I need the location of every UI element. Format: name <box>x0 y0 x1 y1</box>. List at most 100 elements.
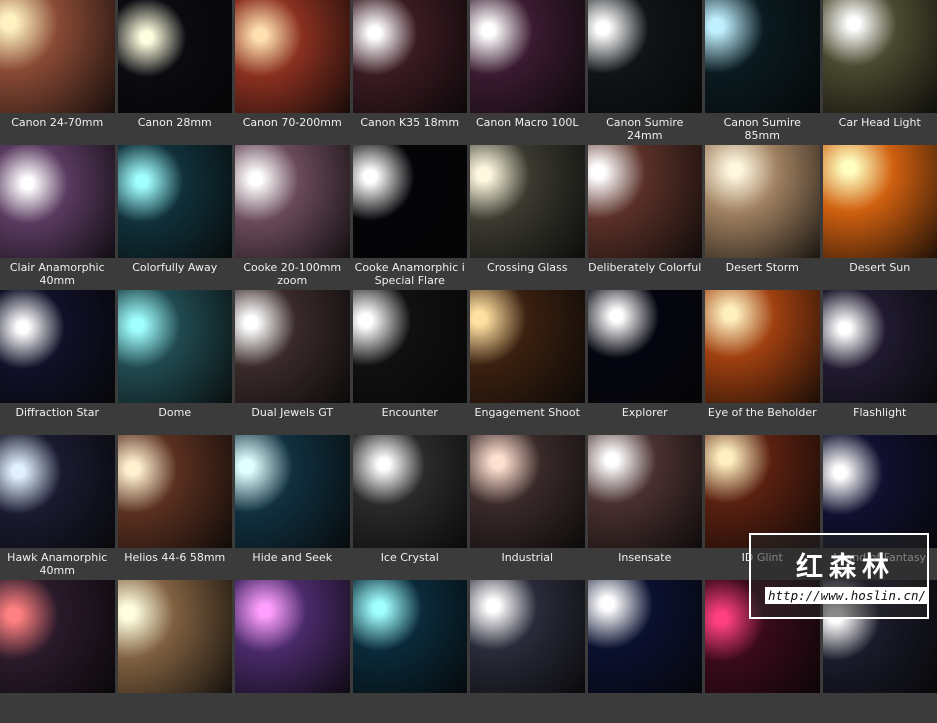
preset-tile[interactable]: Canon Sumire 24mm <box>588 0 703 143</box>
preset-label: Dual Jewels GT <box>235 403 350 433</box>
flare-thumbnail[interactable] <box>118 0 233 113</box>
preset-tile[interactable]: Engagement Shoot <box>470 290 585 433</box>
preset-tile[interactable]: Eye of the Beholder <box>705 290 820 433</box>
flare-thumbnail[interactable] <box>0 290 115 403</box>
preset-label <box>823 693 937 723</box>
flare-thumbnail[interactable] <box>470 580 585 693</box>
flare-thumbnail[interactable] <box>353 290 468 403</box>
flare-thumbnail[interactable] <box>0 580 115 693</box>
preset-tile[interactable] <box>470 580 585 723</box>
flare-thumbnail[interactable] <box>470 290 585 403</box>
flare-thumbnail[interactable] <box>705 0 820 113</box>
preset-tile[interactable] <box>235 580 350 723</box>
preset-tile[interactable]: Crossing Glass <box>470 145 585 288</box>
preset-tile[interactable]: Encounter <box>353 290 468 433</box>
preset-tile[interactable]: Flashlight <box>823 290 937 433</box>
flare-thumbnail[interactable] <box>353 580 468 693</box>
flare-thumbnail[interactable] <box>588 0 703 113</box>
preset-tile[interactable]: Dome <box>118 290 233 433</box>
preset-label: Diffraction Star <box>0 403 115 433</box>
preset-tile[interactable]: Ice Crystal <box>353 435 468 578</box>
flare-thumbnail[interactable] <box>823 0 937 113</box>
flare-thumbnail[interactable] <box>705 145 820 258</box>
flare-thumbnail[interactable] <box>470 0 585 113</box>
preset-label: Ice Crystal <box>353 548 468 578</box>
flare-thumbnail[interactable] <box>353 0 468 113</box>
flare-thumbnail[interactable] <box>705 435 820 548</box>
preset-label: Industrial <box>470 548 585 578</box>
preset-tile[interactable] <box>588 580 703 723</box>
flare-thumbnail[interactable] <box>235 580 350 693</box>
preset-tile[interactable] <box>0 580 115 723</box>
preset-tile[interactable]: Canon 28mm <box>118 0 233 143</box>
flare-thumbnail[interactable] <box>470 435 585 548</box>
flare-thumbnail[interactable] <box>118 290 233 403</box>
preset-label: Car Head Light <box>823 113 937 143</box>
preset-label: Helios 44-6 58mm <box>118 548 233 578</box>
preset-tile[interactable]: Insensate <box>588 435 703 578</box>
preset-label: Canon Macro 100L <box>470 113 585 143</box>
flare-thumbnail[interactable] <box>235 145 350 258</box>
preset-tile[interactable]: Canon K35 18mm <box>353 0 468 143</box>
preset-tile[interactable] <box>353 580 468 723</box>
preset-tile[interactable]: Desert Sun <box>823 145 937 288</box>
preset-tile[interactable]: Colorfully Away <box>118 145 233 288</box>
preset-tile[interactable]: Cooke Anamorphic i Special Flare <box>353 145 468 288</box>
preset-tile[interactable]: Industrial <box>470 435 585 578</box>
flare-thumbnail[interactable] <box>0 435 115 548</box>
flare-thumbnail[interactable] <box>705 290 820 403</box>
preset-label: Canon 24-70mm <box>0 113 115 143</box>
preset-tile[interactable]: Canon 70-200mm <box>235 0 350 143</box>
preset-label: Canon 70-200mm <box>235 113 350 143</box>
preset-label: Canon 28mm <box>118 113 233 143</box>
preset-label: Dome <box>118 403 233 433</box>
preset-tile[interactable] <box>118 580 233 723</box>
flare-thumbnail[interactable] <box>588 290 703 403</box>
preset-label: Engagement Shoot <box>470 403 585 433</box>
preset-label <box>470 693 585 723</box>
preset-label: Desert Storm <box>705 258 820 288</box>
preset-tile[interactable]: Diffraction Star <box>0 290 115 433</box>
flare-thumbnail[interactable] <box>0 145 115 258</box>
preset-label: Hawk Anamorphic 40mm <box>0 548 115 578</box>
preset-tile[interactable]: Explorer <box>588 290 703 433</box>
preset-tile[interactable]: Dual Jewels GT <box>235 290 350 433</box>
flare-thumbnail[interactable] <box>118 145 233 258</box>
flare-thumbnail[interactable] <box>823 145 937 258</box>
preset-label: Desert Sun <box>823 258 937 288</box>
preset-tile[interactable]: Canon 24-70mm <box>0 0 115 143</box>
preset-tile[interactable]: Canon Macro 100L <box>470 0 585 143</box>
preset-label: Eye of the Beholder <box>705 403 820 433</box>
flare-thumbnail[interactable] <box>588 435 703 548</box>
preset-tile[interactable]: Car Head Light <box>823 0 937 143</box>
preset-label: Canon Sumire 85mm <box>705 113 820 143</box>
flare-thumbnail[interactable] <box>235 435 350 548</box>
flare-thumbnail[interactable] <box>118 435 233 548</box>
flare-thumbnail[interactable] <box>588 580 703 693</box>
flare-thumbnail[interactable] <box>235 0 350 113</box>
flare-thumbnail[interactable] <box>588 145 703 258</box>
preset-tile[interactable]: Deliberately Colorful <box>588 145 703 288</box>
preset-tile[interactable]: Canon Sumire 85mm <box>705 0 820 143</box>
preset-tile[interactable]: Helios 44-6 58mm <box>118 435 233 578</box>
preset-tile[interactable]: Hawk Anamorphic 40mm <box>0 435 115 578</box>
flare-thumbnail[interactable] <box>353 435 468 548</box>
flare-thumbnail[interactable] <box>118 580 233 693</box>
flare-thumbnail[interactable] <box>823 290 937 403</box>
preset-label <box>353 693 468 723</box>
flare-thumbnail[interactable] <box>353 145 468 258</box>
preset-tile[interactable]: Clair Anamorphic 40mm <box>0 145 115 288</box>
preset-label: Crossing Glass <box>470 258 585 288</box>
flare-thumbnail[interactable] <box>235 290 350 403</box>
preset-label <box>118 693 233 723</box>
preset-label: Encounter <box>353 403 468 433</box>
flare-thumbnail[interactable] <box>0 0 115 113</box>
flare-thumbnail[interactable] <box>470 145 585 258</box>
preset-tile[interactable]: Hide and Seek <box>235 435 350 578</box>
preset-tile[interactable]: Cooke 20-100mm zoom <box>235 145 350 288</box>
preset-label <box>0 693 115 723</box>
preset-label <box>588 693 703 723</box>
preset-tile[interactable]: Desert Storm <box>705 145 820 288</box>
flare-thumbnail[interactable] <box>823 435 937 548</box>
preset-label: Deliberately Colorful <box>588 258 703 288</box>
